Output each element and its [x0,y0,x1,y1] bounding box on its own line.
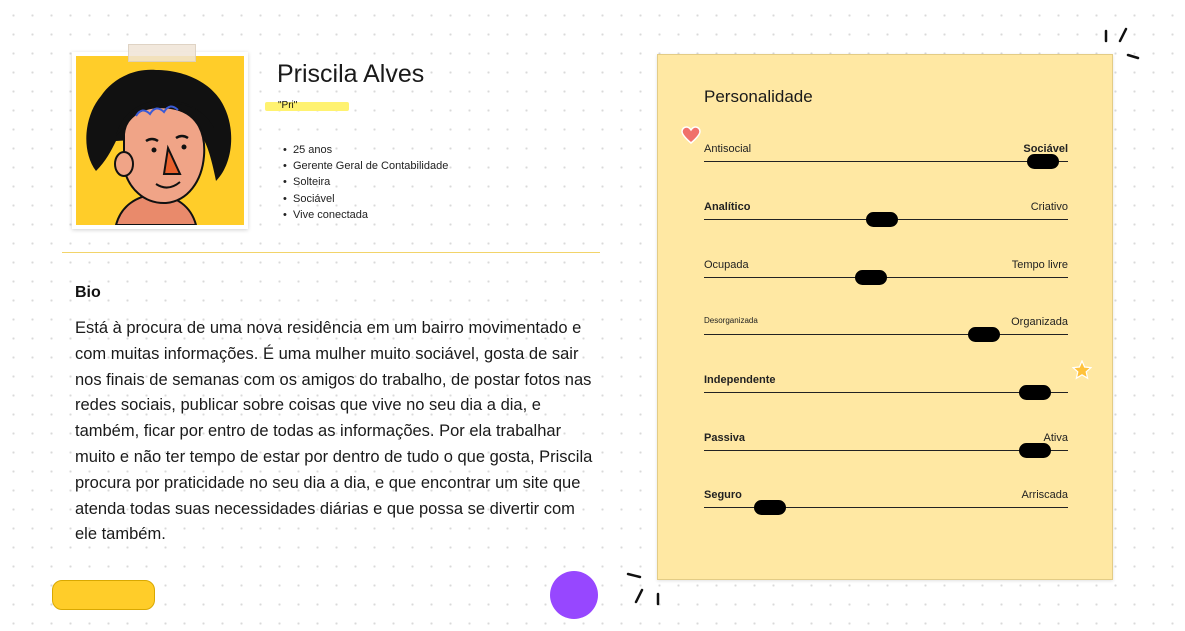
heart-icon [681,126,701,144]
slider-track [704,392,1068,393]
avatar-illustration [86,69,232,225]
section-divider [62,252,600,253]
trait-item: Solteira [283,174,448,190]
slider-left-label: Seguro [704,489,742,501]
slider-thumb[interactable] [1026,154,1059,169]
slider-right-label: Arriscada [1021,489,1068,501]
slider-activity: Passiva Ativa [704,432,1068,462]
slider-right-label: Organizada [1011,316,1068,328]
slider-track [704,450,1068,451]
purple-circle-decoration [550,571,598,619]
bio-text: Está à procura de uma nova residência em… [75,319,593,544]
slider-left-label: Independente [704,374,776,386]
slider-right-label: Ativa [1043,432,1068,444]
trait-item: Sociável [283,191,448,207]
slider-risk: Seguro Arriscada [704,489,1068,519]
slider-organization: Desorganizada Organizada [704,316,1068,346]
slider-creativity: Analítico Criativo [704,201,1068,231]
slider-sociability: Antisocial Sociável [704,143,1068,173]
slider-left-label: Passiva [704,432,745,444]
slider-thumb[interactable] [1019,443,1052,458]
persona-name: Priscila Alves [277,60,425,88]
slider-independence: Independente [704,374,1068,404]
trait-item: Vive conectada [283,207,448,223]
bio-title: Bio [75,284,101,301]
slider-track [704,334,1068,335]
slider-left-label: Ocupada [704,259,749,271]
persona-nickname: "Pri" [278,100,298,111]
slider-left-label: Analítico [704,201,751,213]
avatar [76,56,244,225]
slider-thumb[interactable] [855,270,888,285]
slider-free-time: Ocupada Tempo livre [704,259,1068,289]
slider-right-label: Criativo [1030,201,1068,213]
slider-left-label: Antisocial [704,143,752,155]
avatar-card [72,52,248,229]
slider-thumb[interactable] [1019,385,1052,400]
trait-item: 25 anos [283,142,448,158]
slider-thumb[interactable] [753,500,786,515]
star-icon [1072,360,1092,380]
sparkle-icon [1104,27,1140,60]
slider-left-label: Desorganizada [704,316,758,325]
traits-list: 25 anos Gerente Geral de Contabilidade S… [283,142,448,223]
personality-title: Personalidade [704,87,813,106]
yellow-pill-decoration [52,580,155,610]
slider-thumb[interactable] [968,327,1001,342]
slider-thumb[interactable] [866,212,899,227]
tape-decoration [128,44,196,62]
slider-right-label: Tempo livre [1011,259,1068,271]
trait-item: Gerente Geral de Contabilidade [283,158,448,174]
slider-track [704,161,1068,162]
